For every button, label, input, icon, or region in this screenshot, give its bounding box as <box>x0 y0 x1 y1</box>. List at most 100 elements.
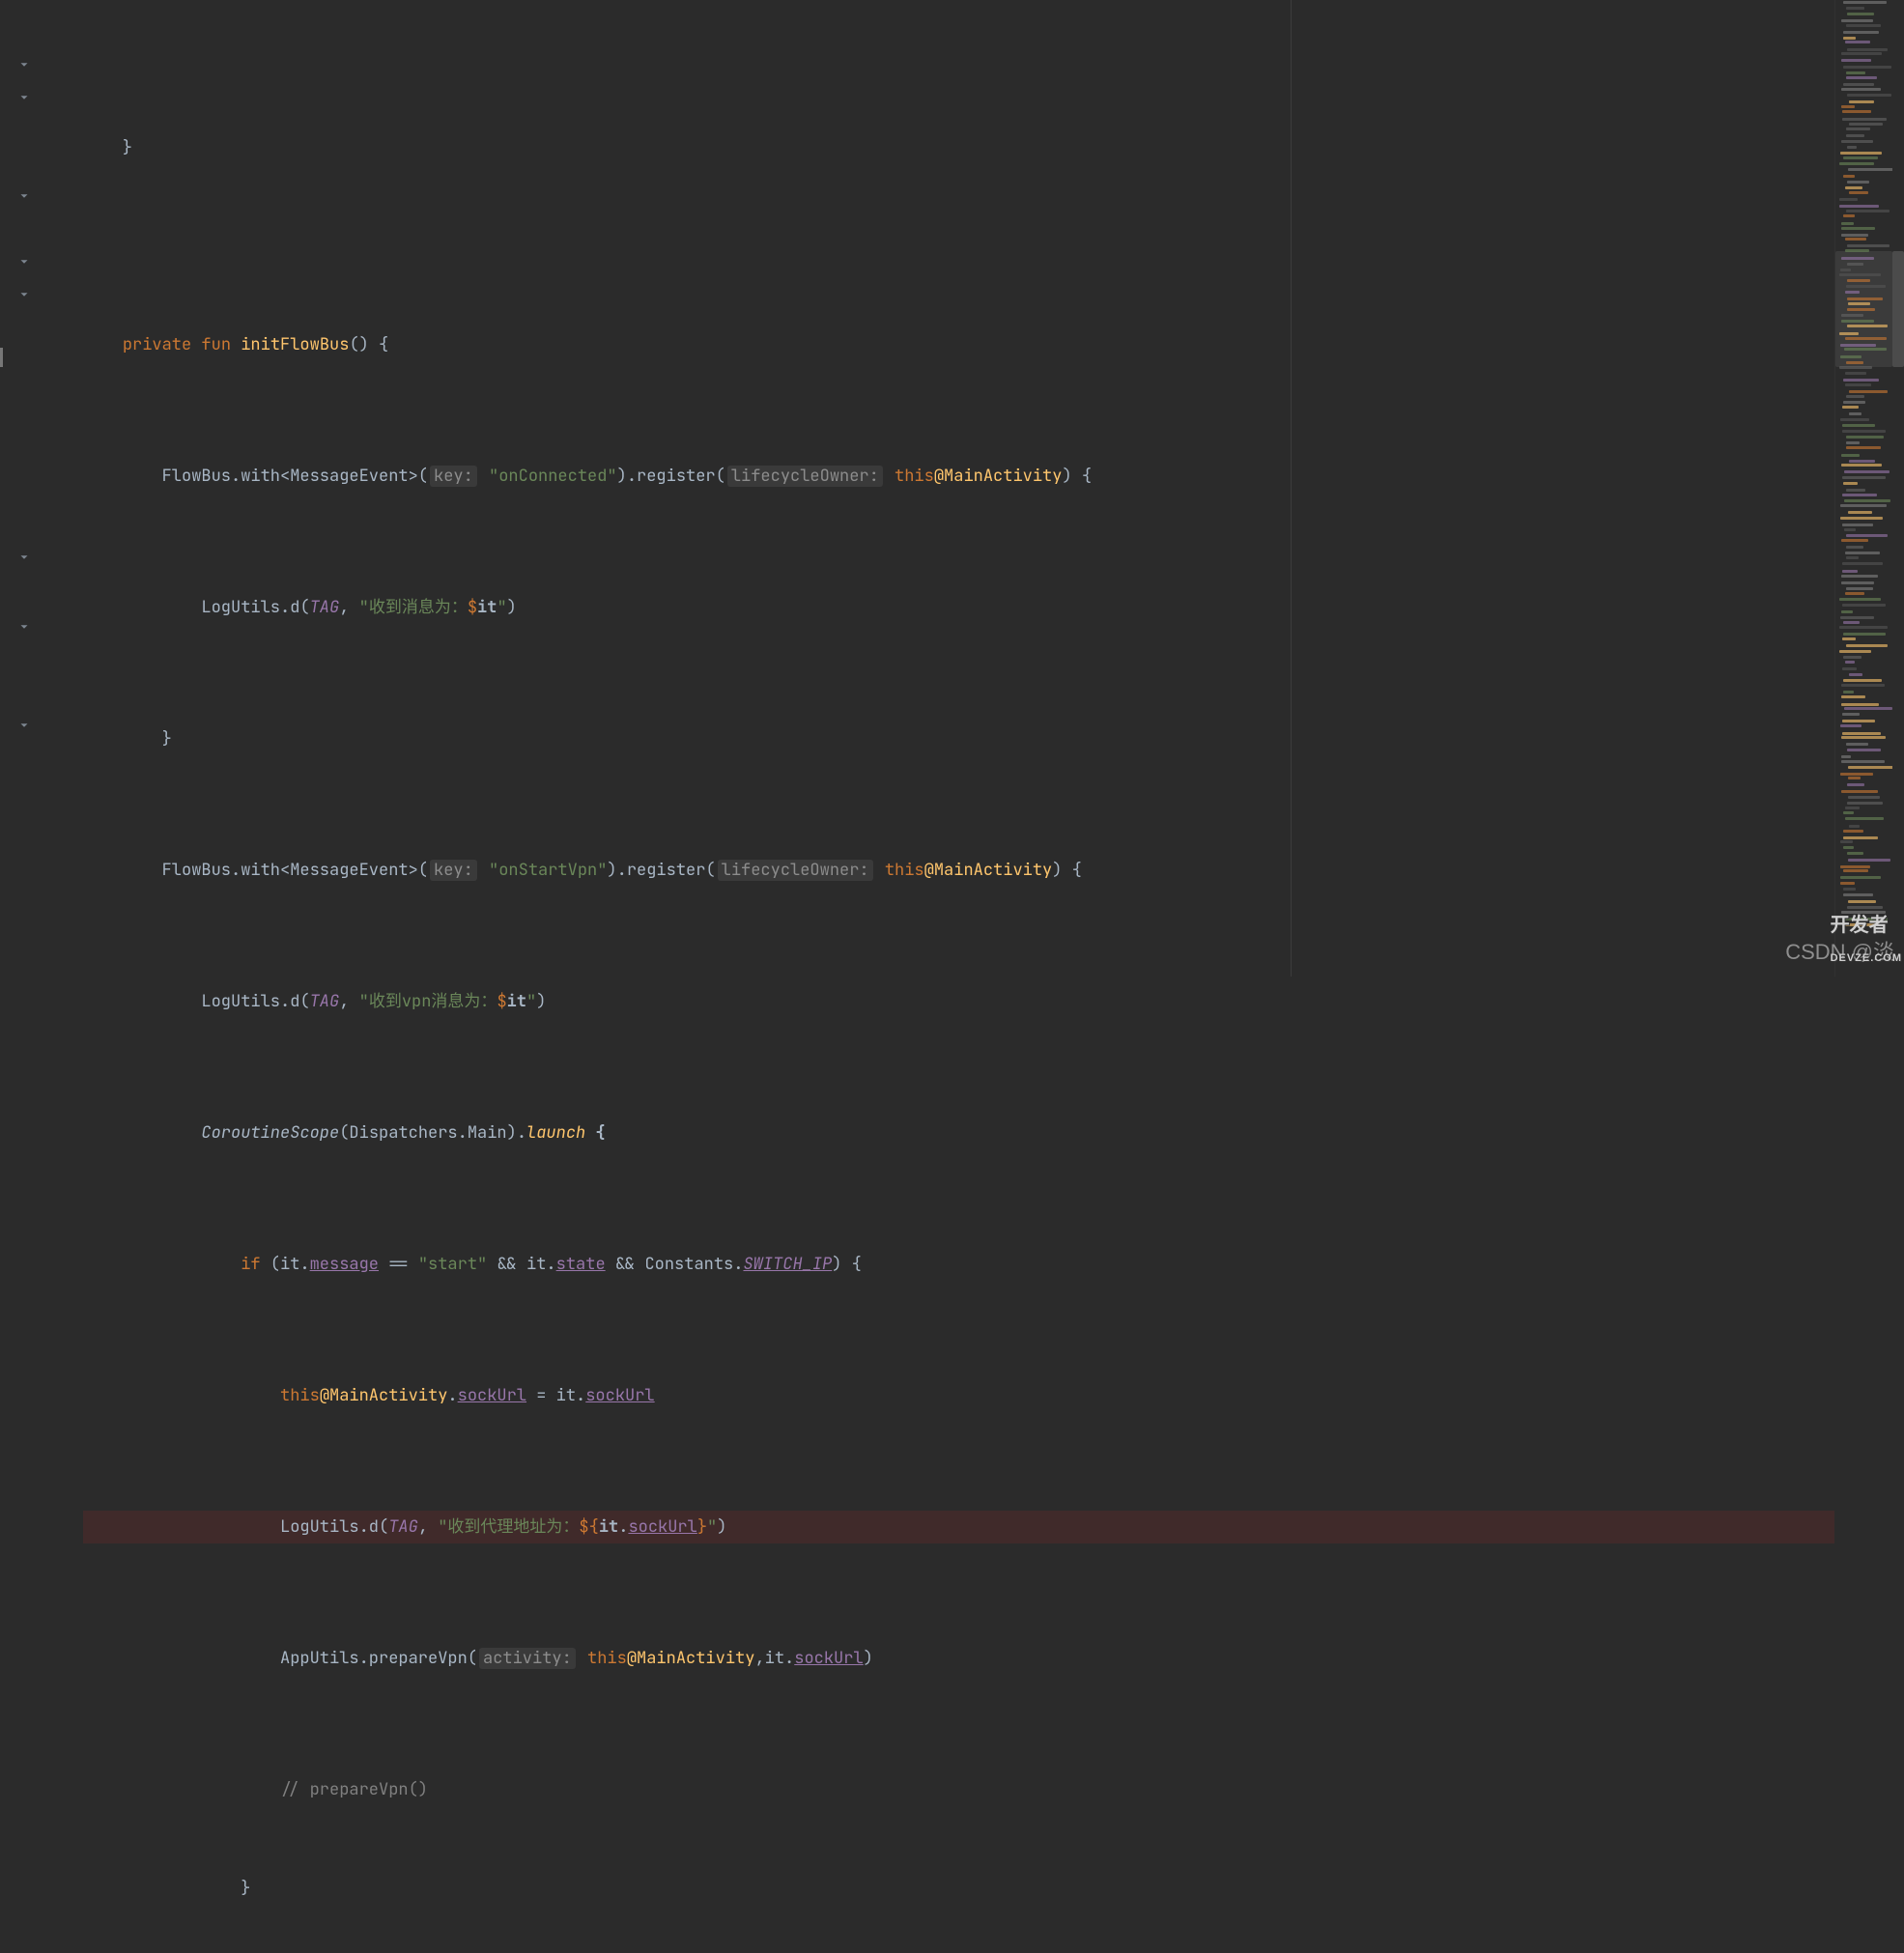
fold-chevron-icon[interactable] <box>17 288 31 301</box>
code-line: // prepareVpn() <box>83 1773 1834 1806</box>
minimap-block <box>1847 181 1869 184</box>
minimap-block <box>1843 836 1878 839</box>
minimap-block <box>1846 71 1866 74</box>
fold-chevron-icon[interactable] <box>17 58 31 71</box>
change-marker <box>0 348 3 367</box>
minimap-block <box>1840 773 1873 776</box>
minimap-block <box>1848 302 1870 305</box>
minimap-block <box>1840 344 1876 347</box>
minimap-block <box>1842 720 1875 722</box>
minimap-block <box>1840 724 1861 727</box>
minimap-block <box>1843 811 1854 814</box>
fold-chevron-icon[interactable] <box>17 255 31 269</box>
minimap-block <box>1848 900 1876 903</box>
fold-chevron-icon[interactable] <box>17 189 31 203</box>
minimap-block <box>1839 198 1858 201</box>
minimap-block <box>1845 249 1870 252</box>
minimap-block <box>1847 749 1881 751</box>
minimap-block <box>1841 911 1886 914</box>
minimap-block <box>1841 736 1886 739</box>
minimap-block <box>1846 24 1881 27</box>
minimap-block <box>1844 470 1890 473</box>
minimap-block <box>1839 626 1887 629</box>
minimap-block <box>1841 140 1873 143</box>
minimap-block <box>1847 906 1884 909</box>
minimap-block <box>1841 755 1852 758</box>
minimap-block <box>1843 175 1855 178</box>
minimap-block <box>1843 923 1877 926</box>
minimap-block <box>1840 355 1861 358</box>
fold-chevron-icon[interactable] <box>17 551 31 564</box>
minimap-block <box>1847 297 1884 300</box>
code-content[interactable]: } private fun initFlowBus() { FlowBus.wi… <box>44 0 1834 976</box>
minimap-block <box>1847 244 1890 247</box>
minimap-block <box>1839 162 1874 165</box>
minimap-block <box>1849 460 1875 463</box>
gutter <box>0 0 44 976</box>
minimap-block <box>1841 610 1853 613</box>
param-hint: lifecycleOwner: <box>718 860 873 881</box>
minimap-block <box>1843 621 1859 624</box>
minimap-block <box>1840 882 1855 885</box>
minimap-block <box>1848 796 1880 799</box>
minimap-block <box>1849 673 1862 676</box>
minimap-block <box>1847 279 1871 282</box>
minimap-block <box>1840 418 1870 421</box>
minimap-block <box>1842 570 1858 573</box>
fold-chevron-icon[interactable] <box>17 620 31 634</box>
minimap[interactable] <box>1834 0 1892 976</box>
minimap-block <box>1842 604 1886 607</box>
minimap-block <box>1839 205 1879 208</box>
minimap-block <box>1840 504 1887 507</box>
minimap-block <box>1846 534 1888 537</box>
code-line: LogUtils.d(TAG, "收到vpn消息为：$it") <box>83 985 1834 1018</box>
minimap-block <box>1845 383 1870 386</box>
minimap-block <box>1848 168 1893 171</box>
fold-chevron-icon[interactable] <box>17 91 31 104</box>
minimap-block <box>1846 446 1881 449</box>
minimap-block <box>1839 598 1881 601</box>
minimap-block <box>1848 511 1872 514</box>
minimap-block <box>1846 489 1865 492</box>
minimap-block <box>1843 893 1873 896</box>
minimap-block <box>1843 214 1855 217</box>
minimap-block <box>1843 846 1854 849</box>
minimap-block <box>1847 852 1863 855</box>
param-hint: key: <box>430 860 477 881</box>
minimap-block <box>1846 587 1874 590</box>
minimap-block <box>1846 436 1884 439</box>
minimap-block <box>1843 379 1879 382</box>
minimap-block <box>1846 7 1864 10</box>
minimap-block <box>1849 123 1883 126</box>
minimap-block <box>1840 517 1884 520</box>
minimap-block <box>1846 441 1860 444</box>
fold-chevron-icon[interactable] <box>17 719 31 732</box>
minimap-block <box>1846 76 1876 79</box>
code-line: } <box>83 131 1834 164</box>
minimap-block <box>1840 840 1853 843</box>
minimap-block <box>1843 31 1878 34</box>
code-line <box>83 230 1834 263</box>
minimap-block <box>1841 695 1865 698</box>
minimap-block <box>1846 556 1859 559</box>
minimap-block <box>1839 273 1881 276</box>
minimap-block <box>1843 83 1874 86</box>
code-line: FlowBus.with<MessageEvent>(key: "onConne… <box>83 460 1834 493</box>
code-line-highlighted: LogUtils.d(TAG, "收到代理地址为：${it.sockUrl}") <box>83 1511 1834 1543</box>
minimap-block <box>1842 430 1886 433</box>
scrollbar-thumb[interactable] <box>1892 251 1904 367</box>
minimap-block <box>1844 528 1856 531</box>
minimap-block <box>1841 760 1885 763</box>
vertical-scrollbar[interactable] <box>1892 0 1904 976</box>
code-editor[interactable]: } private fun initFlowBus() { FlowBus.wi… <box>0 0 1904 976</box>
minimap-block <box>1839 366 1872 369</box>
minimap-block <box>1845 661 1855 664</box>
minimap-block <box>1842 562 1884 565</box>
minimap-block <box>1841 539 1868 542</box>
minimap-block <box>1847 263 1863 266</box>
minimap-block <box>1845 817 1884 820</box>
param-hint: lifecycleOwner: <box>727 466 883 487</box>
minimap-block <box>1841 575 1878 578</box>
minimap-block <box>1841 105 1855 108</box>
minimap-block <box>1847 308 1875 311</box>
